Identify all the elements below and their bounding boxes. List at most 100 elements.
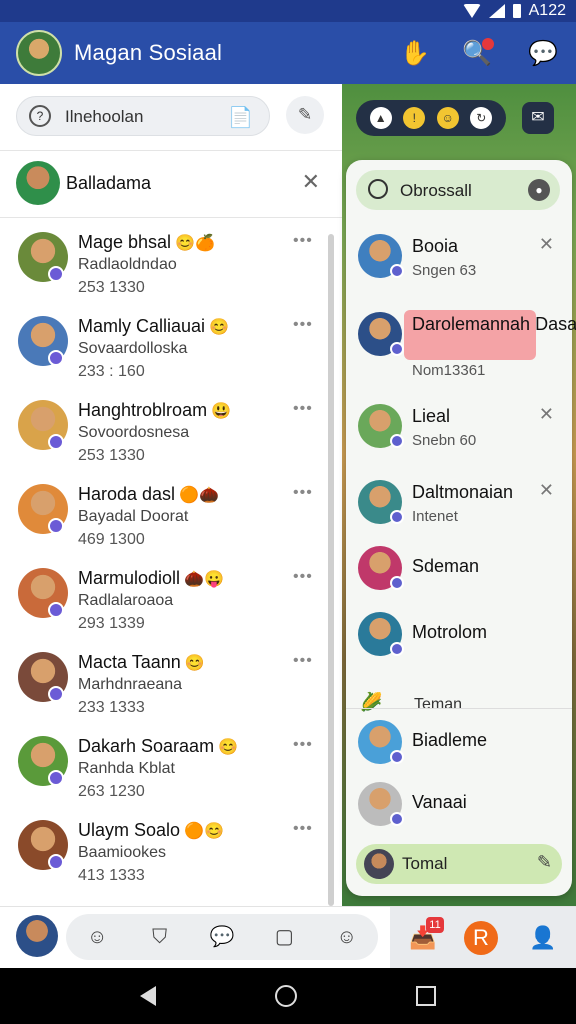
app-title: Magan Sosiaal — [74, 40, 223, 65]
search-input[interactable]: ? Ilnehoolan 📄 — [16, 96, 270, 136]
hand-icon: ✋ — [400, 39, 430, 67]
chat-list-item[interactable]: Haroda dasl 🟠🌰 Bayadal Doorat 469 1300 ••• — [0, 478, 330, 562]
chat-list-item[interactable]: Macta Taann 😊 Marhdnraeana 233 1333 ••• — [0, 646, 330, 730]
pinned-chat[interactable]: Balladama ✕ — [0, 150, 342, 218]
app-bar: Magan Sosiaal ✋ 🔍 💬 — [0, 22, 576, 84]
person-icon: 👤 — [529, 925, 557, 950]
bottom-contact-bar[interactable]: Tomal ✎ — [356, 844, 562, 884]
contact-item[interactable]: Daltmonaian Intenet ✕ — [346, 478, 572, 538]
chat-list-pane: ? Ilnehoolan 📄 ✎ Balladama ✕ Mage bhsal 😊… — [0, 84, 342, 906]
compose-button[interactable]: ✎ — [286, 96, 324, 134]
contact-item[interactable]: Lieal Snebn 60 ✕ — [346, 402, 572, 462]
chat-preview: Ranhda Kblat — [78, 760, 175, 777]
smile-icon[interactable]: ☺ — [436, 107, 459, 129]
mail-button[interactable]: ✉ — [522, 102, 554, 134]
avatar — [364, 849, 394, 879]
refresh-icon[interactable]: ↻ — [470, 107, 493, 129]
bottom-toolbar: ☺ ⛉ 💬 ▢ ☺ 📥 11 R 👤 — [0, 906, 576, 969]
home-icon[interactable] — [274, 985, 297, 1007]
navigation-bar — [0, 968, 576, 1024]
recents-icon[interactable] — [416, 986, 437, 1006]
status-dot — [48, 602, 64, 618]
contact-item[interactable]: Motrolom — [346, 610, 572, 670]
chat-list-item[interactable]: Mamly Calliauai 😊 Sovaardolloska 233 : 160 •… — [0, 310, 330, 394]
chat-list-item[interactable]: Ulaym Soalo 🟠😊 Baamiookes 413 1333 ••• — [0, 814, 330, 898]
contact-name: Lieal — [412, 406, 451, 426]
status-dot — [390, 750, 404, 764]
chat-list-item[interactable]: Dakarh Soaraam 😊 Ranhda Kblat 263 1230 ••• — [0, 730, 330, 814]
chat-name: Marmulodioll 🌰😛 — [78, 568, 224, 588]
contact-name: Darolemannah Dasa — [412, 314, 576, 334]
status-dot — [390, 642, 404, 656]
unpin-icon[interactable]: ✕ — [302, 169, 320, 195]
emoji: 😊 — [218, 739, 238, 756]
emoji-icon[interactable]: ☺ — [334, 924, 360, 950]
more-options-icon[interactable]: ••• — [293, 232, 313, 250]
profile-button[interactable]: 👤 — [526, 921, 560, 955]
pin-icon[interactable]: ✕ — [539, 480, 554, 501]
more-options-icon[interactable]: ••• — [293, 652, 313, 670]
emoji: 😃 — [211, 403, 231, 420]
chat-list-item[interactable]: Hanghtroblroam 😃 Sovoordosnesa 253 1330 ••• — [0, 394, 330, 478]
signal-icon — [488, 4, 505, 18]
contact-sub: Nom13361 — [412, 362, 486, 379]
search-placeholder: Ilnehoolan — [65, 107, 144, 126]
contact-item[interactable]: Sdeman — [346, 544, 572, 604]
smile-icon[interactable]: ☺ — [84, 924, 110, 950]
profile-avatar[interactable] — [16, 915, 58, 957]
scrollbar[interactable] — [328, 234, 334, 906]
chat-preview: Sovoordosnesa — [78, 424, 190, 441]
chat-name: Dakarh Soaraam 😊 — [78, 736, 238, 756]
contact-item[interactable]: Darolemannah Dasa Nom13361 — [346, 310, 576, 379]
more-options-icon[interactable]: ••• — [293, 316, 313, 334]
more-options-icon[interactable]: ••• — [293, 736, 313, 754]
app-avatar[interactable] — [16, 30, 62, 76]
back-icon[interactable] — [139, 986, 156, 1006]
tree-icon[interactable]: ▲ — [369, 107, 392, 129]
orange-action-button[interactable]: R — [464, 921, 498, 955]
chat-preview: Marhdnraeana — [78, 676, 183, 693]
status-bar: A122 — [0, 0, 576, 22]
edit-icon[interactable]: ✎ — [537, 852, 552, 873]
chat-list-item[interactable]: Marmulodioll 🌰😛 Radlalaroaoa 293 1339 ••• — [0, 562, 330, 646]
search-notification-dot — [482, 38, 494, 50]
status-dot — [48, 266, 64, 282]
contacts-search-input[interactable]: Obrossall ● — [356, 170, 560, 210]
contact-item[interactable]: Vanaai — [346, 780, 572, 840]
chat-button[interactable]: 💬 — [526, 36, 560, 70]
more-options-icon[interactable]: ••• — [293, 400, 313, 418]
chat-time: 253 1330 — [78, 279, 145, 296]
search-button[interactable]: 🔍 — [460, 36, 494, 70]
chat-bubble-icon[interactable]: 💬 — [209, 924, 235, 950]
pin-icon[interactable]: ✕ — [539, 404, 554, 425]
chat-preview: Radlalaroaoa — [78, 592, 174, 609]
square-icon[interactable]: ▢ — [271, 924, 297, 950]
control-pill[interactable]: ▲ ! ☺ ↻ — [356, 100, 506, 136]
status-dot — [48, 518, 64, 534]
status-dot — [390, 576, 404, 590]
chat-preview: Baamiookes — [78, 844, 167, 861]
status-dot — [390, 510, 404, 524]
more-options-icon[interactable]: ••• — [293, 568, 313, 586]
bag-icon[interactable]: ⛉ — [147, 924, 173, 950]
chat-time: 233 : 160 — [78, 363, 145, 380]
emoji: 🟠😊 — [184, 823, 224, 840]
status-dot — [390, 264, 404, 278]
more-options-icon[interactable]: ••• — [293, 820, 313, 838]
emoji: 🌰😛 — [184, 571, 224, 588]
pin-icon[interactable]: ✕ — [539, 234, 554, 255]
chat-name: Mamly Calliauai 😊 — [78, 316, 229, 336]
mic-icon[interactable]: ● — [528, 179, 550, 201]
contact-sub: Intenet — [412, 508, 458, 525]
document-icon[interactable]: 📄 — [228, 105, 253, 130]
status-dot — [48, 686, 64, 702]
chat-list-item[interactable]: Mage bhsal 😊🍊 Radlaoldndao 253 1330 ••• — [0, 226, 330, 310]
hand-button[interactable]: ✋ — [398, 36, 432, 70]
notification-badge: 11 — [426, 917, 444, 933]
more-options-icon[interactable]: ••• — [293, 484, 313, 502]
bulb-icon[interactable]: ! — [403, 107, 426, 129]
divider — [346, 708, 572, 709]
avatar — [16, 161, 60, 205]
contact-item[interactable]: Biadleme — [346, 718, 572, 778]
contact-item[interactable]: Booia Sngen 63 ✕ — [346, 232, 572, 292]
